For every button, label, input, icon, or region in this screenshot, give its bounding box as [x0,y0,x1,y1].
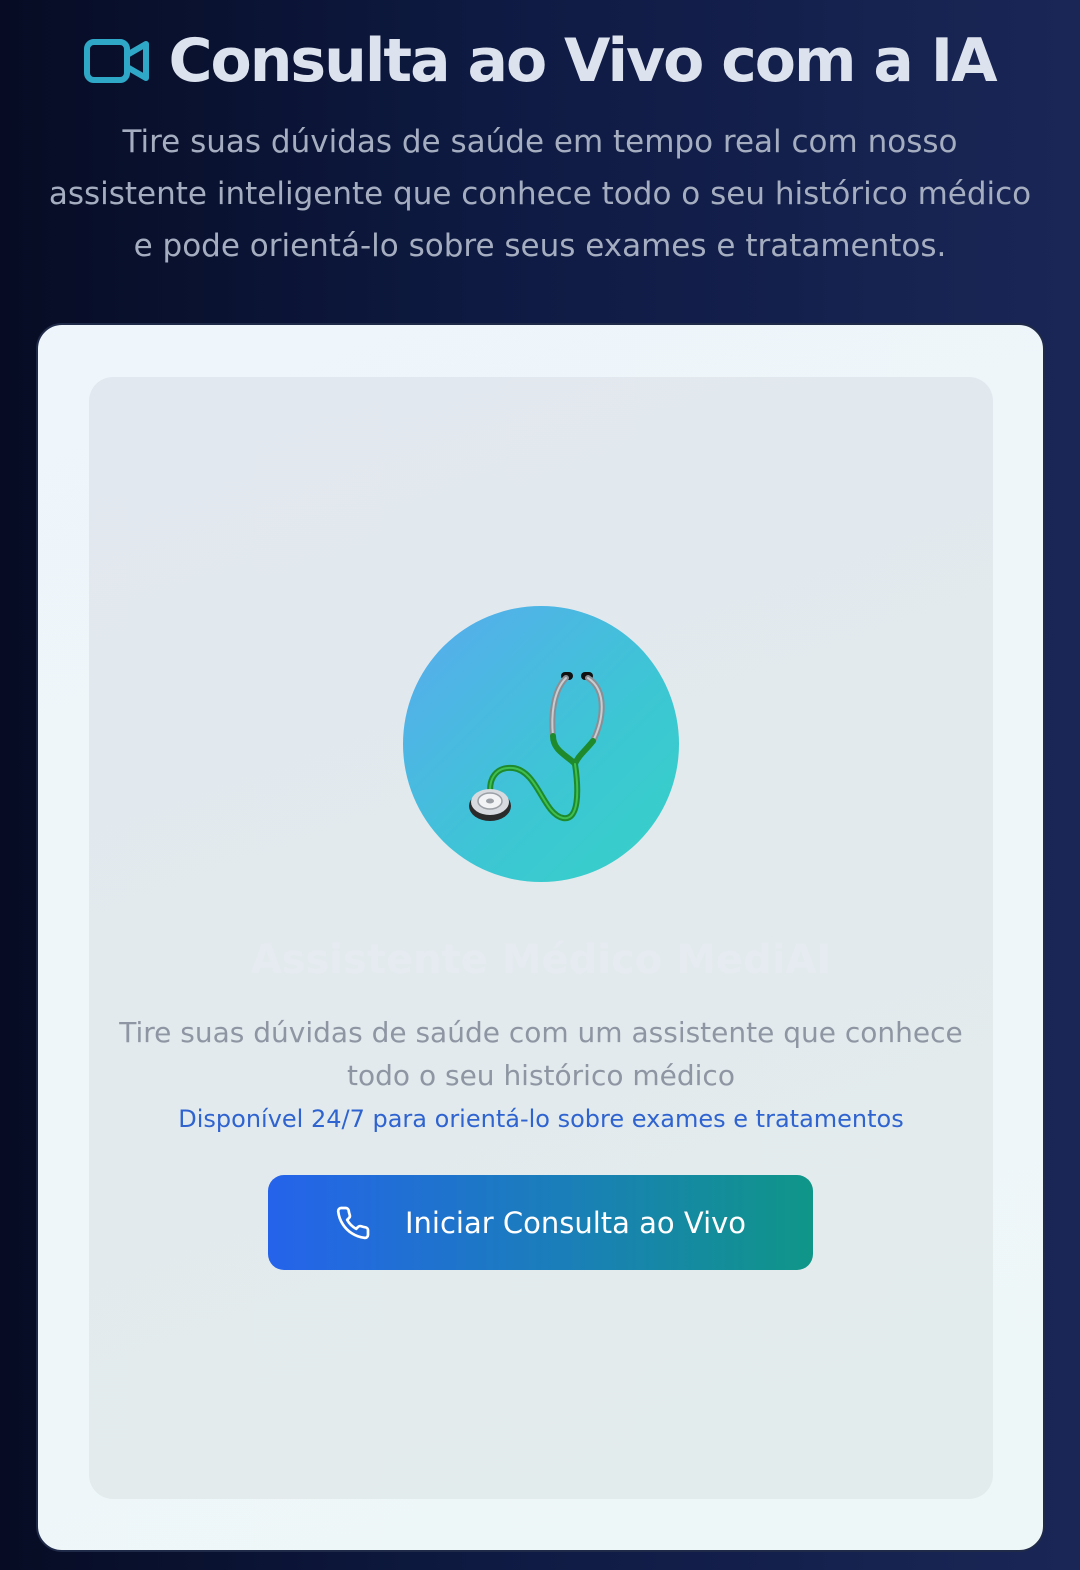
availability-note: Disponível 24/7 para orientá-lo sobre ex… [178,1105,904,1133]
stethoscope-icon [469,672,605,822]
start-consultation-button[interactable]: Iniciar Consulta ao Vivo [268,1175,813,1270]
start-consultation-label: Iniciar Consulta ao Vivo [404,1205,747,1240]
page-subtitle: Tire suas dúvidas de saúde em tempo real… [48,124,1032,264]
assistant-avatar [403,606,679,882]
video-camera-icon [84,38,150,84]
consultation-panel: Assistente Médico MediAI Tire suas dúvid… [89,377,993,1499]
assistant-description: Tire suas dúvidas de saúde com um assist… [119,1016,963,1092]
assistant-name: Assistente Médico MediAI [250,937,832,983]
title-row: Consulta ao Vivo com a IA [0,26,1080,96]
phone-icon [335,1205,371,1241]
consultation-card: Assistente Médico MediAI Tire suas dúvid… [36,323,1045,1552]
page-title: Consulta ao Vivo com a IA [168,26,997,96]
